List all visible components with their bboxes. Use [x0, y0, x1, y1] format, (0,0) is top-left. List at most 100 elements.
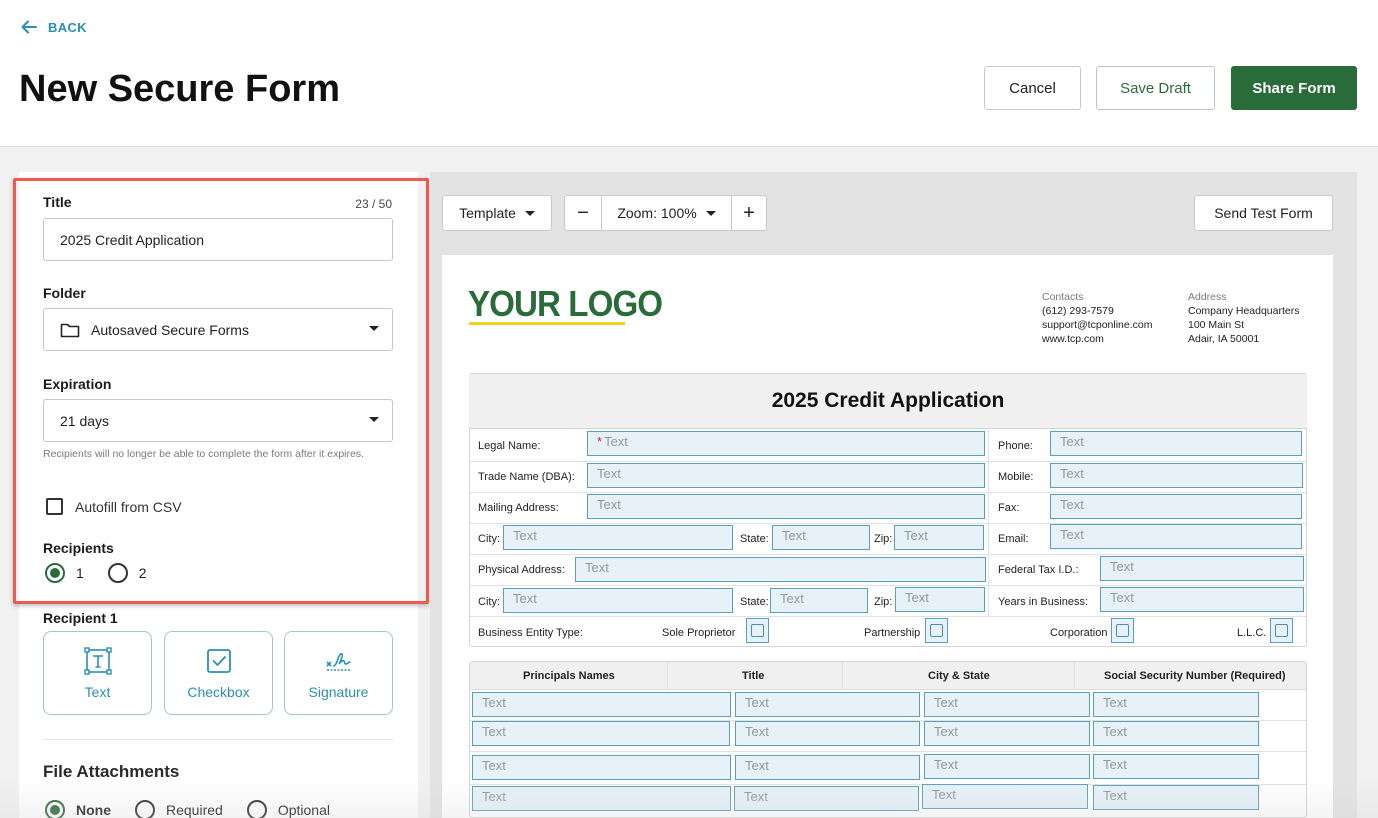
radio-unselected-icon	[246, 800, 267, 818]
file-attachment-radio-none[interactable]: None	[45, 800, 111, 818]
recipients-radio-1[interactable]: 1	[45, 563, 84, 583]
physical-state-field[interactable]: Text	[770, 588, 868, 613]
address-block: Address Company Headquarters 100 Main St…	[1188, 290, 1299, 346]
principal-title-field[interactable]: Text	[735, 692, 920, 717]
back-link[interactable]: BACK	[20, 18, 87, 36]
zoom-control: − Zoom: 100% +	[564, 195, 767, 231]
save-draft-button[interactable]: Save Draft	[1096, 66, 1215, 110]
recipients-option-label: 2	[138, 565, 147, 581]
zoom-in-button[interactable]: +	[731, 196, 766, 230]
federal-tax-id-field[interactable]: Text	[1100, 556, 1304, 581]
principal-city-state-field[interactable]: Text	[924, 692, 1090, 717]
physical-city-field[interactable]: Text	[503, 588, 733, 613]
trade-name-label: Trade Name (DBA):	[478, 471, 575, 483]
mailing-address-field[interactable]: Text	[587, 494, 985, 519]
physical-address-field[interactable]: Text	[575, 557, 986, 582]
text-tool-button[interactable]: Text	[43, 631, 152, 715]
fax-field[interactable]: Text	[1050, 494, 1302, 519]
principal-ssn-field[interactable]: Text	[1093, 754, 1259, 779]
sole-proprietor-checkbox[interactable]	[746, 618, 769, 643]
expiration-select-value: 21 days	[60, 412, 110, 429]
recipient-1-label: Recipient 1	[43, 610, 118, 626]
principal-name-field[interactable]: Text	[472, 692, 731, 717]
folder-select-value: Autosaved Secure Forms	[91, 321, 249, 338]
email-field[interactable]: Text	[1050, 524, 1302, 549]
mailing-city-field[interactable]: Text	[503, 525, 733, 550]
corporation-checkbox[interactable]	[1111, 618, 1134, 643]
fax-label: Fax:	[998, 502, 1020, 514]
principal-name-field[interactable]: Text	[472, 786, 731, 811]
physical-zip-field[interactable]: Text	[895, 587, 985, 612]
file-attachments-label: File Attachments	[43, 762, 180, 781]
row-divider	[470, 585, 1306, 586]
checkbox-icon	[206, 649, 231, 673]
sole-proprietor-label: Sole Proprietor	[662, 627, 736, 639]
zip-label: Zip:	[874, 533, 893, 545]
form-title: 2025 Credit Application	[469, 374, 1307, 429]
logo-underline	[469, 322, 625, 325]
recipients-label: Recipients	[43, 540, 114, 556]
row-divider	[470, 461, 1306, 462]
principals-names-header: Principals Names	[523, 670, 615, 682]
partnership-checkbox[interactable]	[925, 618, 948, 643]
file-attachment-radio-optional[interactable]: Optional	[246, 800, 330, 818]
address-line: Adair, IA 50001	[1188, 333, 1260, 345]
principal-city-state-field[interactable]: Text	[924, 721, 1090, 746]
mobile-field[interactable]: Text	[1050, 463, 1303, 488]
legal-name-field[interactable]: * Text	[587, 431, 985, 456]
folder-select[interactable]: Autosaved Secure Forms	[43, 308, 393, 351]
checkbox-tool-button[interactable]: Checkbox	[164, 631, 273, 715]
address-heading: Address	[1188, 291, 1227, 303]
autofill-csv-checkbox[interactable]: Autofill from CSV	[46, 498, 182, 515]
template-dropdown[interactable]: Template	[442, 195, 552, 231]
mobile-label: Mobile:	[998, 471, 1034, 483]
recipients-radio-group: 1 2	[45, 563, 171, 583]
cancel-button[interactable]: Cancel	[984, 66, 1081, 110]
city-label: City:	[478, 596, 500, 608]
caret-down-icon	[524, 210, 535, 216]
principal-name-field[interactable]: Text	[472, 721, 730, 746]
section-divider	[43, 739, 393, 740]
checkbox-icon	[930, 624, 943, 637]
row-divider	[470, 492, 1306, 493]
principal-ssn-field[interactable]: Text	[1093, 692, 1259, 717]
principal-ssn-field[interactable]: Text	[1093, 721, 1259, 746]
contact-email: support@tcponline.com	[1042, 319, 1153, 331]
signature-tool-button[interactable]: Signature	[284, 631, 393, 715]
zoom-level-dropdown[interactable]: Zoom: 100%	[601, 196, 731, 230]
principal-title-field[interactable]: Text	[734, 786, 919, 811]
trade-name-field[interactable]: Text	[587, 463, 985, 488]
text-field-icon	[83, 647, 112, 675]
principal-city-state-field[interactable]: Text	[922, 784, 1088, 809]
recipients-radio-2[interactable]: 2	[107, 563, 147, 583]
principal-city-state-field[interactable]: Text	[924, 754, 1090, 779]
radio-selected-icon	[45, 563, 65, 583]
mailing-state-field[interactable]: Text	[772, 525, 870, 550]
llc-checkbox[interactable]	[1270, 618, 1293, 643]
caret-down-icon	[705, 210, 716, 216]
zoom-out-button[interactable]: −	[565, 196, 601, 230]
back-label: BACK	[48, 19, 87, 35]
title-input[interactable]: 2025 Credit Application	[43, 218, 393, 261]
file-attachment-radio-required[interactable]: Required	[135, 800, 223, 818]
checkbox-icon	[1275, 624, 1288, 637]
settings-sidebar	[19, 172, 418, 818]
principal-title-field[interactable]: Text	[735, 755, 920, 780]
principal-title-field[interactable]: Text	[735, 721, 920, 746]
address-line: 100 Main St	[1188, 319, 1245, 331]
state-label: State:	[740, 596, 769, 608]
text-tool-label: Text	[84, 684, 111, 700]
principal-name-field[interactable]: Text	[472, 755, 731, 780]
plus-icon: +	[743, 201, 755, 224]
phone-field[interactable]: Text	[1050, 431, 1302, 456]
title-label: Title	[43, 194, 72, 210]
share-form-button[interactable]: Share Form	[1231, 66, 1357, 110]
radio-selected-icon	[45, 800, 65, 818]
file-attachment-option-label: None	[76, 802, 111, 818]
checkbox-icon	[751, 624, 764, 637]
years-in-business-field[interactable]: Text	[1100, 587, 1304, 612]
principal-ssn-field[interactable]: Text	[1093, 785, 1259, 810]
expiration-select[interactable]: 21 days	[43, 399, 393, 442]
send-test-form-button[interactable]: Send Test Form	[1194, 195, 1333, 231]
mailing-zip-field[interactable]: Text	[894, 525, 984, 550]
